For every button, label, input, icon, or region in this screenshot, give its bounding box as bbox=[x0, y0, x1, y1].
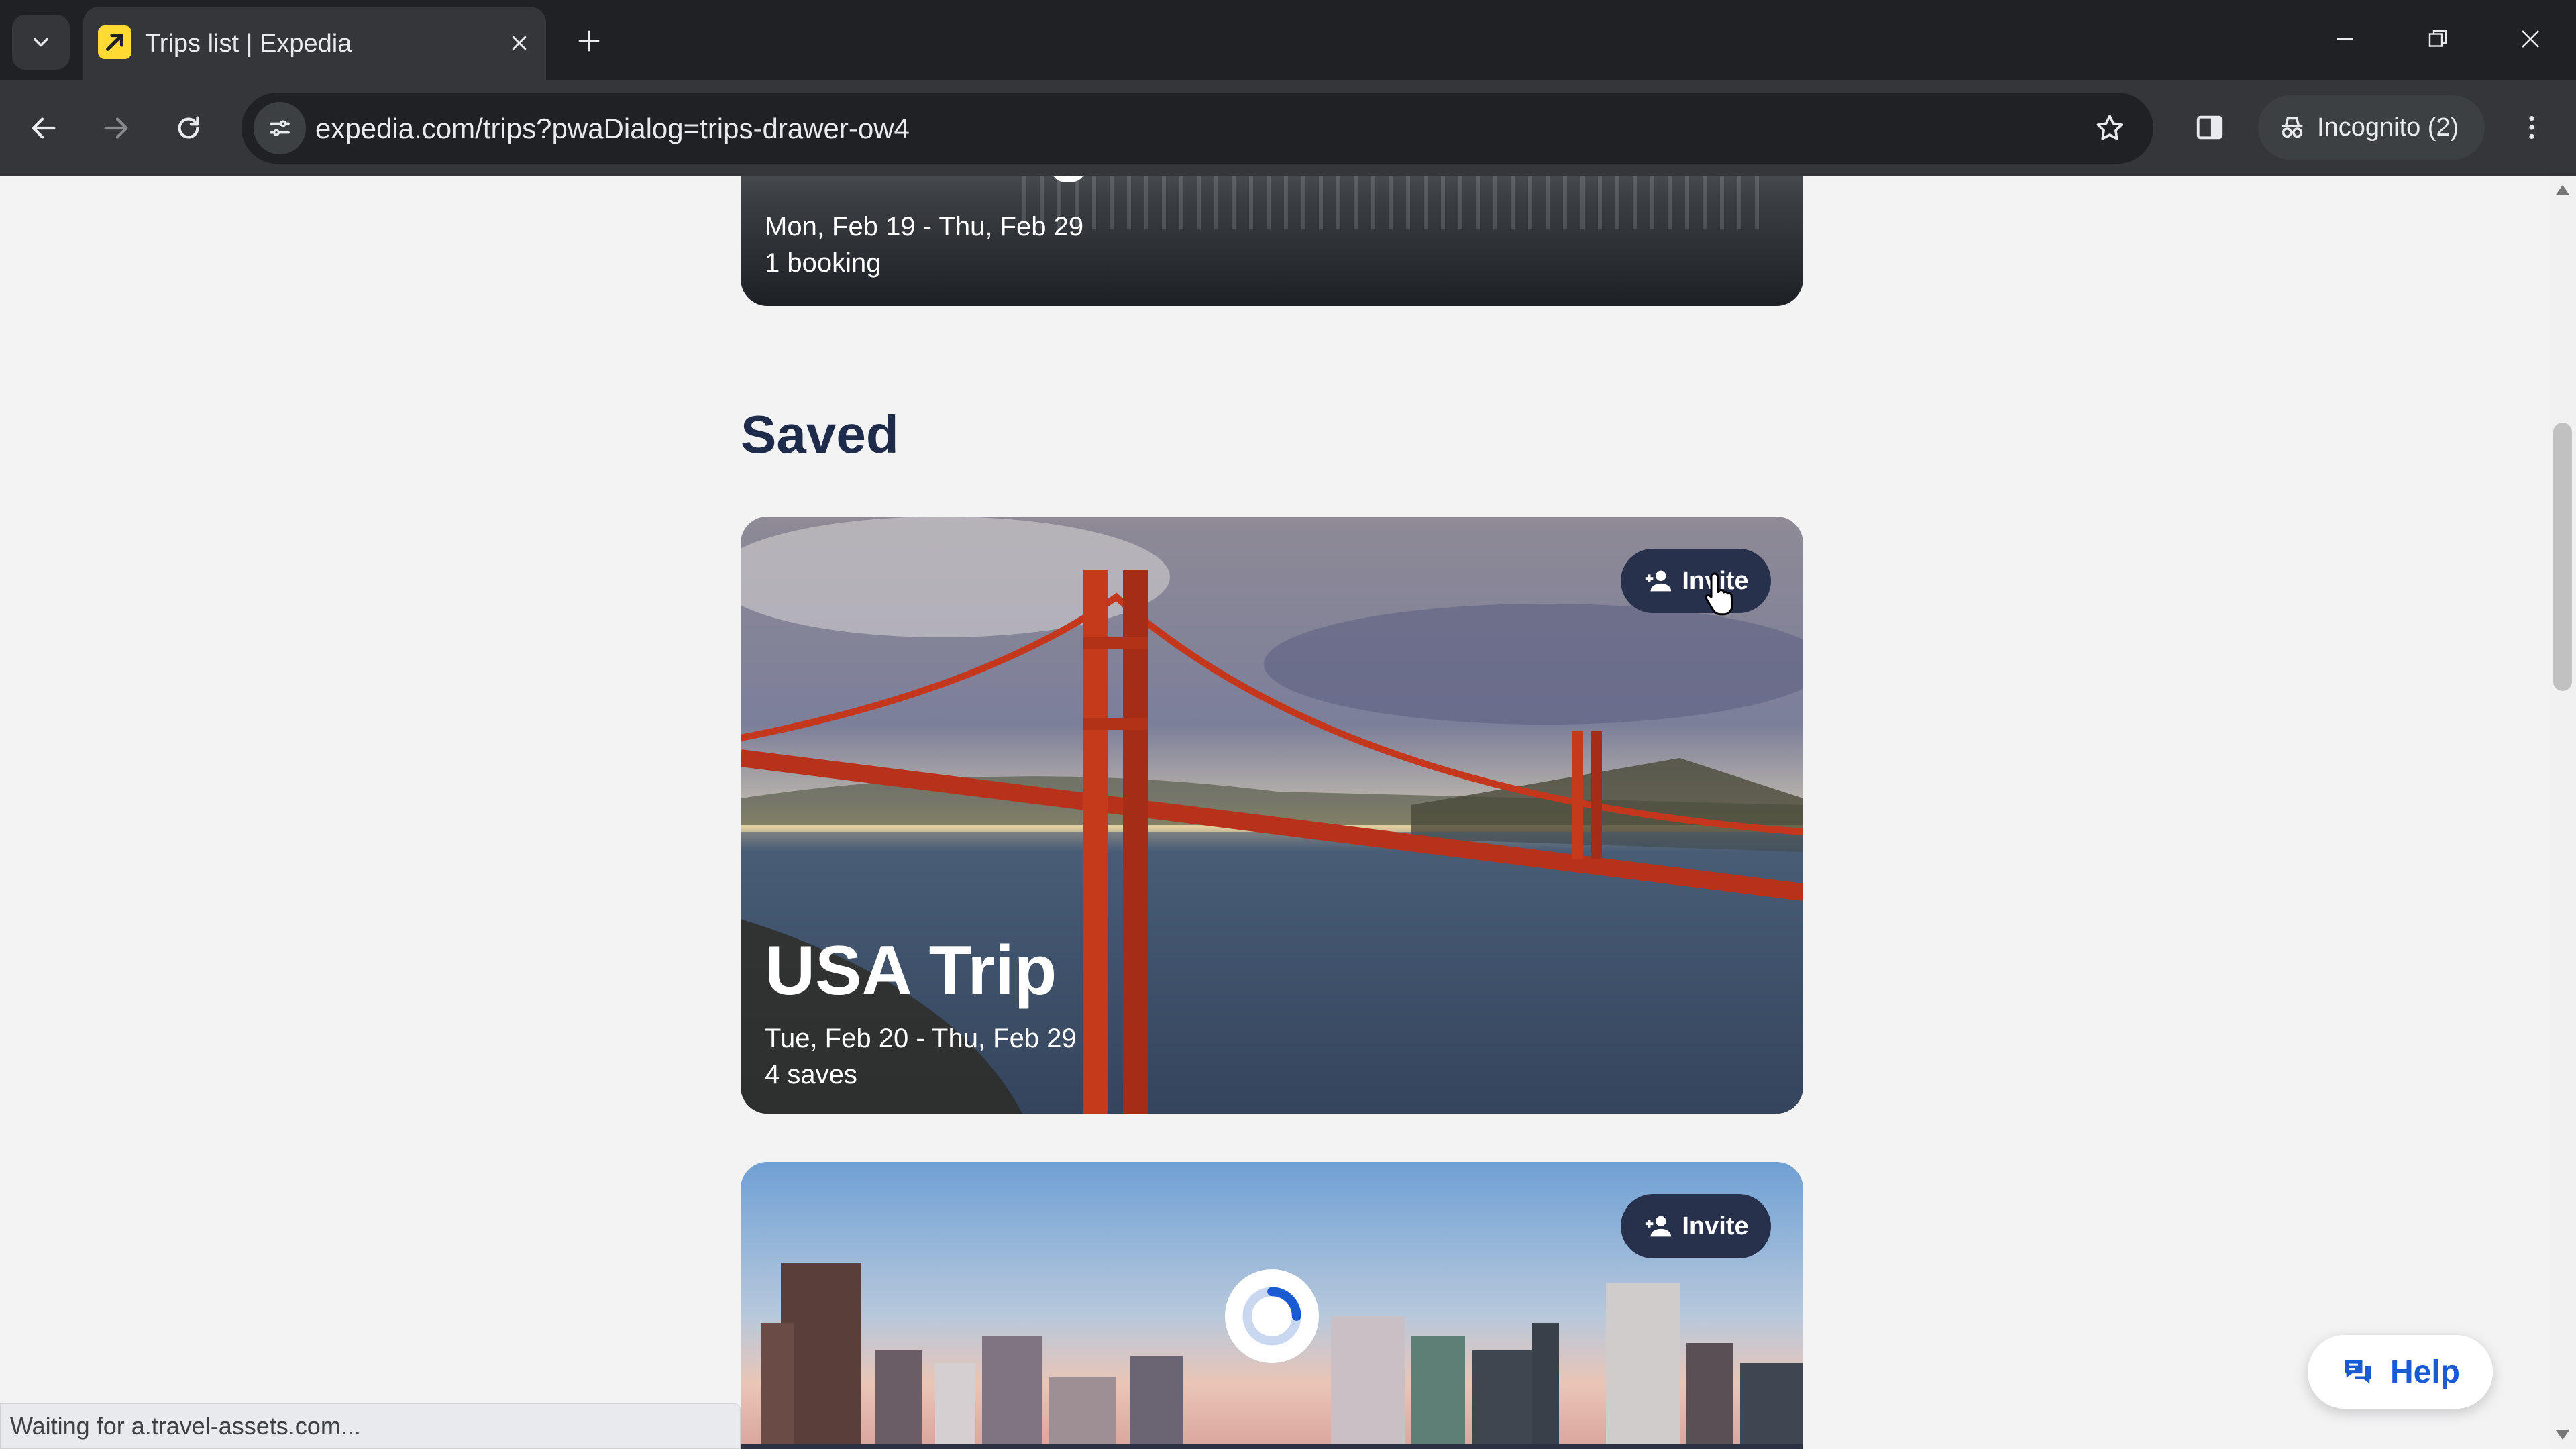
minimize-button[interactable] bbox=[2312, 15, 2379, 63]
trip-title: Anchorage bbox=[765, 176, 1129, 184]
browser-toolbar: expedia.com/trips?pwaDialog=trips-drawer… bbox=[0, 80, 2576, 176]
reload-icon bbox=[178, 116, 199, 139]
trip-card-usa-trip[interactable]: Invite USA Trip Tue, Feb 20 - Thu, Feb 2… bbox=[741, 517, 1803, 1114]
close-icon bbox=[512, 36, 527, 50]
restore-button[interactable] bbox=[2404, 15, 2471, 63]
reload-button[interactable] bbox=[160, 99, 217, 157]
more-vertical-icon bbox=[2529, 115, 2534, 140]
trip-save-count: 4 saves bbox=[765, 1060, 857, 1089]
address-bar[interactable]: expedia.com/trips?pwaDialog=trips-drawer… bbox=[241, 93, 2153, 164]
card-image bbox=[1022, 176, 1760, 229]
trip-booking-count: 1 booking bbox=[765, 248, 881, 278]
tab-title: Trips list | Expedia bbox=[145, 30, 352, 58]
tab-close-button[interactable] bbox=[500, 24, 538, 62]
minimize-icon bbox=[2337, 38, 2353, 40]
status-text: Waiting for a.travel-assets.com... bbox=[10, 1412, 361, 1440]
trip-card-anchorage[interactable]: Anchorage Mon, Feb 19 - Thu, Feb 29 1 bo… bbox=[741, 176, 1803, 306]
tab-strip: Trips list | Expedia bbox=[0, 0, 2576, 80]
new-tab-button[interactable] bbox=[562, 19, 616, 63]
invite-button[interactable]: Invite bbox=[1621, 549, 1771, 613]
tab-search-button[interactable] bbox=[12, 15, 70, 70]
add-person-icon bbox=[1646, 570, 1672, 592]
add-person-icon bbox=[1646, 1216, 1672, 1237]
scroll-down-arrow-icon[interactable] bbox=[2556, 1430, 2569, 1440]
saved-section-heading: Saved bbox=[741, 405, 899, 464]
star-icon bbox=[2096, 115, 2123, 140]
site-info-button[interactable] bbox=[254, 102, 306, 154]
tune-icon bbox=[270, 120, 290, 136]
scroll-thumb[interactable] bbox=[2553, 423, 2572, 691]
browser-menu-button[interactable] bbox=[2505, 101, 2559, 154]
invite-button[interactable]: Invite bbox=[1621, 1194, 1771, 1258]
trip-dates: Mon, Feb 19 - Thu, Feb 29 bbox=[765, 212, 1084, 241]
close-window-button[interactable] bbox=[2497, 15, 2564, 63]
url-text[interactable]: expedia.com/trips?pwaDialog=trips-drawer… bbox=[315, 113, 910, 145]
browser-status-bubble: Waiting for a.travel-assets.com... bbox=[0, 1403, 741, 1449]
incognito-profile-button[interactable]: Incognito (2) bbox=[2258, 95, 2485, 160]
hand-cursor-icon bbox=[1701, 570, 1741, 621]
side-panel-button[interactable] bbox=[2183, 101, 2237, 154]
close-icon bbox=[2522, 30, 2539, 48]
arrow-right-icon bbox=[104, 117, 128, 139]
forward-button[interactable] bbox=[87, 99, 145, 157]
back-button[interactable] bbox=[15, 99, 72, 157]
chat-bubbles-icon bbox=[2345, 1360, 2371, 1384]
trip-title: USA Trip bbox=[765, 932, 1057, 1010]
trip-dates: Tue, Feb 20 - Thu, Feb 29 bbox=[765, 1024, 1077, 1053]
plus-icon bbox=[578, 30, 600, 52]
incognito-label: Incognito (2) bbox=[2317, 113, 2459, 142]
page-scrollbar[interactable] bbox=[2549, 176, 2576, 1449]
scroll-up-arrow-icon[interactable] bbox=[2556, 185, 2569, 195]
help-label: Help bbox=[2390, 1354, 2460, 1390]
chevron-down-icon bbox=[34, 38, 48, 47]
arrow-left-icon bbox=[32, 117, 56, 139]
incognito-icon bbox=[2282, 117, 2303, 138]
restore-icon bbox=[2428, 30, 2447, 47]
bookmark-button[interactable] bbox=[2088, 106, 2132, 150]
invite-label: Invite bbox=[1682, 1212, 1749, 1240]
help-button[interactable]: Help bbox=[2308, 1335, 2493, 1409]
active-tab[interactable]: Trips list | Expedia bbox=[83, 7, 546, 80]
page-viewport: Anchorage Mon, Feb 19 - Thu, Feb 29 1 bo… bbox=[0, 176, 2549, 1449]
loading-spinner-icon bbox=[1225, 1269, 1319, 1363]
side-panel-icon bbox=[2196, 115, 2223, 140]
expedia-favicon-icon bbox=[98, 25, 131, 59]
